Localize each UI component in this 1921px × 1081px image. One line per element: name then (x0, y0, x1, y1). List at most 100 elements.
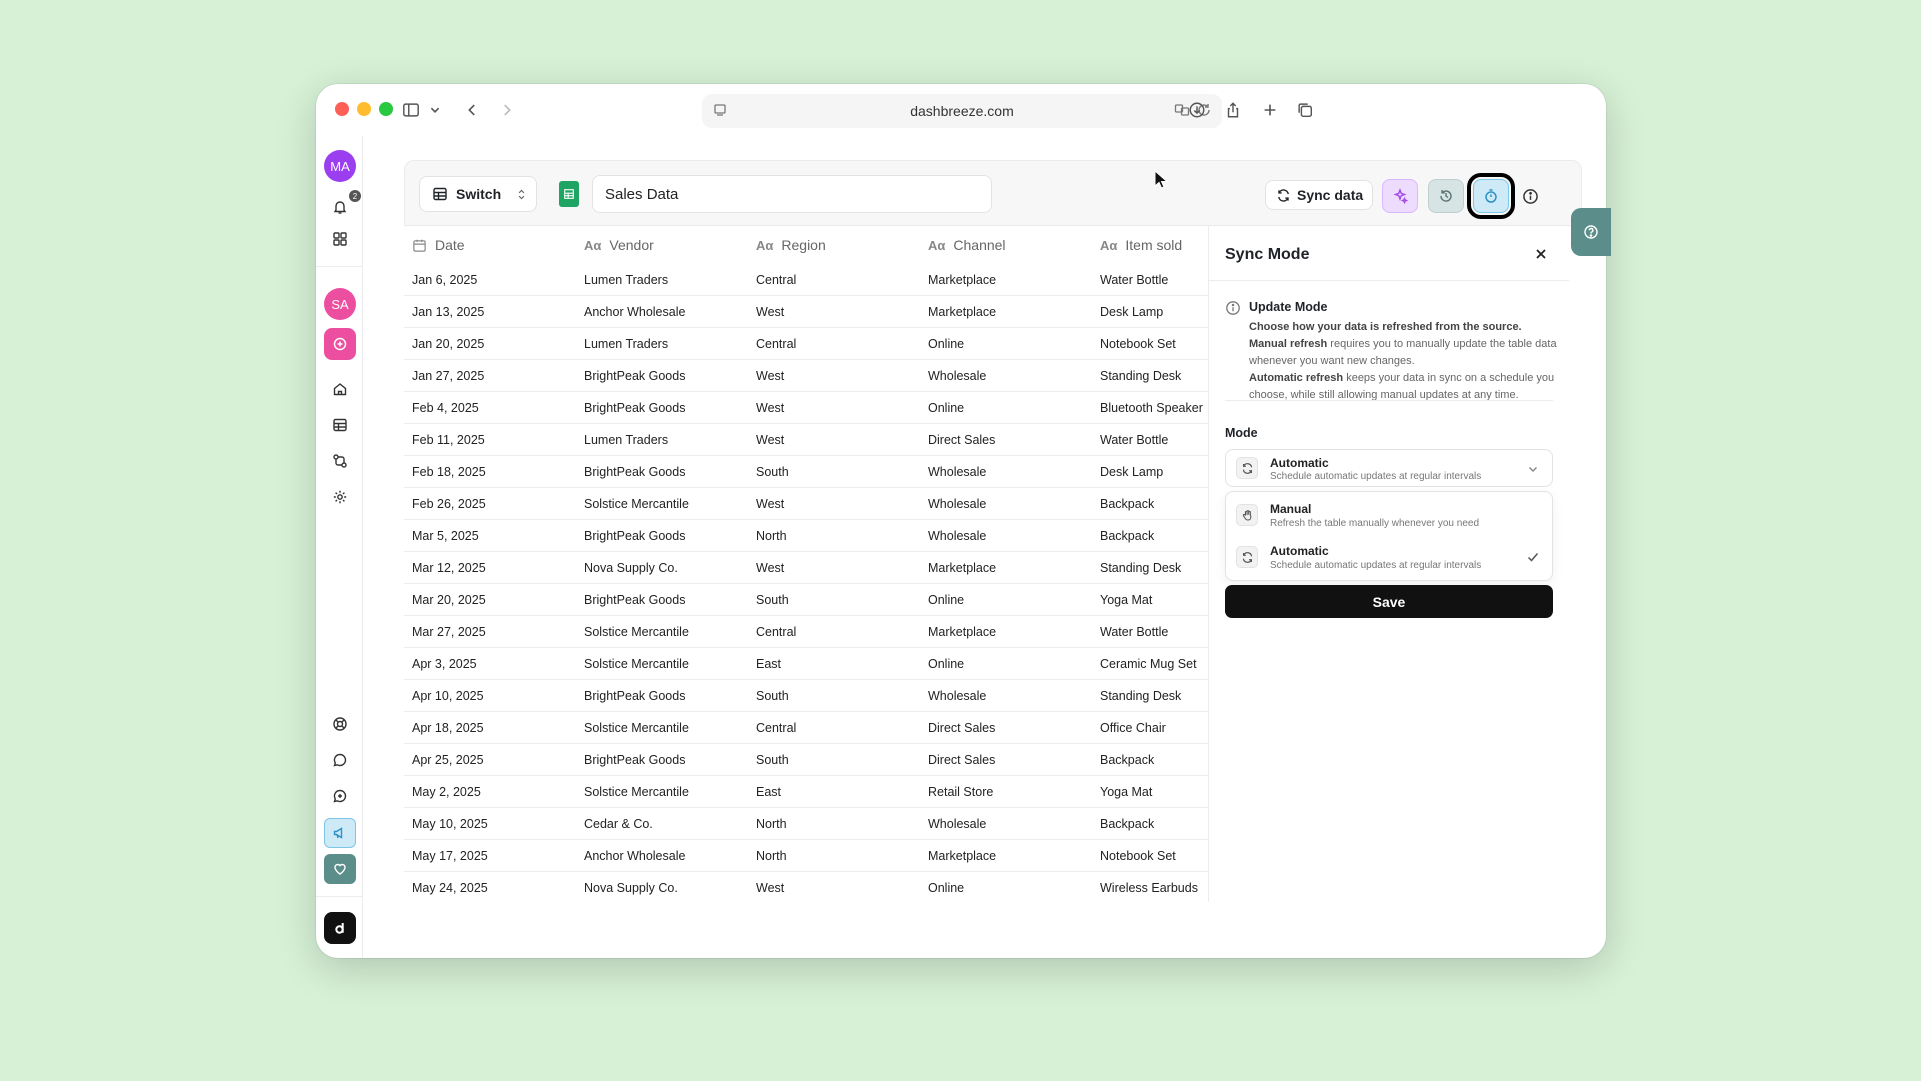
sheet-name-input[interactable] (592, 175, 992, 213)
column-header-region[interactable]: Aα Region (748, 226, 920, 264)
cell-channel[interactable]: Direct Sales (920, 744, 1092, 775)
table-row[interactable]: Mar 12, 2025 Nova Supply Co. West Marketpla… (404, 552, 1208, 584)
download-icon[interactable] (1184, 97, 1210, 123)
mode-select[interactable]: Automatic Schedule automatic updates at … (1225, 449, 1553, 487)
cell-vendor[interactable]: Nova Supply Co. (576, 872, 748, 902)
cell-channel[interactable]: Marketplace (920, 552, 1092, 583)
table-row[interactable]: Feb 11, 2025 Lumen Traders West Direct Sale… (404, 424, 1208, 456)
cell-channel[interactable]: Online (920, 872, 1092, 902)
cell-vendor[interactable]: BrightPeak Goods (576, 584, 748, 615)
cell-region[interactable]: Central (748, 328, 920, 359)
cell-region[interactable]: South (748, 584, 920, 615)
cell-channel[interactable]: Marketplace (920, 296, 1092, 327)
forward-arrow-icon[interactable] (494, 97, 520, 123)
cell-vendor[interactable]: BrightPeak Goods (576, 456, 748, 487)
cell-vendor[interactable]: Solstice Mercantile (576, 616, 748, 647)
table-row[interactable]: Jan 13, 2025 Anchor Wholesale West Marketpl… (404, 296, 1208, 328)
cell-region[interactable]: South (748, 456, 920, 487)
cell-item-sold[interactable]: Backpack (1092, 744, 1208, 775)
help-lifebuoy-icon[interactable] (327, 711, 353, 737)
table-row[interactable]: May 17, 2025 Anchor Wholesale North Marketp… (404, 840, 1208, 872)
cell-channel[interactable]: Wholesale (920, 360, 1092, 391)
cell-date[interactable]: Feb 4, 2025 (404, 392, 576, 423)
cell-vendor[interactable]: BrightPeak Goods (576, 392, 748, 423)
cell-channel[interactable]: Online (920, 584, 1092, 615)
mode-option-automatic[interactable]: Automatic Schedule automatic updates at … (1226, 538, 1552, 576)
cell-channel[interactable]: Wholesale (920, 808, 1092, 839)
cell-region[interactable]: South (748, 744, 920, 775)
cell-region[interactable]: West (748, 872, 920, 902)
cell-region[interactable]: North (748, 840, 920, 871)
cell-channel[interactable]: Marketplace (920, 840, 1092, 871)
sidebar-toggle-icon[interactable] (398, 97, 424, 123)
cell-item-sold[interactable]: Yoga Mat (1092, 584, 1208, 615)
cell-item-sold[interactable]: Wireless Earbuds (1092, 872, 1208, 902)
announcements-megaphone-icon[interactable] (324, 818, 356, 848)
cell-date[interactable]: Apr 3, 2025 (404, 648, 576, 679)
cell-vendor[interactable]: Lumen Traders (576, 264, 748, 295)
cell-region[interactable]: West (748, 360, 920, 391)
table-row[interactable]: Mar 5, 2025 BrightPeak Goods North Wholesal… (404, 520, 1208, 552)
cell-channel[interactable]: Wholesale (920, 488, 1092, 519)
table-icon[interactable] (327, 412, 353, 438)
cell-region[interactable]: East (748, 648, 920, 679)
cell-item-sold[interactable]: Water Bottle (1092, 616, 1208, 647)
new-tab-icon[interactable] (1257, 97, 1283, 123)
cell-date[interactable]: Apr 18, 2025 (404, 712, 576, 743)
cell-date[interactable]: Mar 27, 2025 (404, 616, 576, 647)
cell-vendor[interactable]: BrightPeak Goods (576, 360, 748, 391)
add-app-button[interactable] (324, 328, 356, 360)
help-question-icon[interactable] (1571, 208, 1611, 256)
table-row[interactable]: Apr 18, 2025 Solstice Mercantile Central Di… (404, 712, 1208, 744)
cell-item-sold[interactable]: Standing Desk (1092, 680, 1208, 711)
cell-region[interactable]: North (748, 520, 920, 551)
cell-item-sold[interactable]: Desk Lamp (1092, 296, 1208, 327)
cell-region[interactable]: West (748, 392, 920, 423)
mode-option-manual[interactable]: Manual Refresh the table manually whenev… (1226, 496, 1552, 534)
tab-overview-icon[interactable] (1292, 97, 1318, 123)
table-row[interactable]: Feb 4, 2025 BrightPeak Goods West Online Blu… (404, 392, 1208, 424)
cell-date[interactable]: Jan 27, 2025 (404, 360, 576, 391)
user-avatar[interactable]: SA (324, 288, 356, 320)
cell-date[interactable]: Apr 25, 2025 (404, 744, 576, 775)
cell-channel[interactable]: Online (920, 648, 1092, 679)
cell-date[interactable]: May 10, 2025 (404, 808, 576, 839)
cell-date[interactable]: Jan 20, 2025 (404, 328, 576, 359)
cell-vendor[interactable]: Cedar & Co. (576, 808, 748, 839)
table-row[interactable]: Feb 18, 2025 BrightPeak Goods South Wholesa… (404, 456, 1208, 488)
cell-date[interactable]: Feb 26, 2025 (404, 488, 576, 519)
workflow-icon[interactable] (327, 448, 353, 474)
cell-date[interactable]: Mar 20, 2025 (404, 584, 576, 615)
table-row[interactable]: Jan 20, 2025 Lumen Traders Central Online No… (404, 328, 1208, 360)
cell-channel[interactable]: Wholesale (920, 456, 1092, 487)
cell-item-sold[interactable]: Backpack (1092, 520, 1208, 551)
column-header-channel[interactable]: Aα Channel (920, 226, 1092, 264)
cell-vendor[interactable]: Solstice Mercantile (576, 776, 748, 807)
cell-item-sold[interactable]: Water Bottle (1092, 264, 1208, 295)
cell-region[interactable]: West (748, 488, 920, 519)
workspace-avatar[interactable]: MA (324, 150, 356, 182)
cell-date[interactable]: May 2, 2025 (404, 776, 576, 807)
cell-date[interactable]: May 24, 2025 (404, 872, 576, 902)
column-header-vendor[interactable]: Aα Vendor (576, 226, 748, 264)
maximize-window-button[interactable] (379, 102, 393, 116)
cell-region[interactable]: South (748, 680, 920, 711)
cell-item-sold[interactable]: Notebook Set (1092, 840, 1208, 871)
column-header-date[interactable]: Date (404, 226, 576, 264)
cell-channel[interactable]: Marketplace (920, 264, 1092, 295)
ai-sparkle-button[interactable] (1382, 179, 1418, 213)
cell-date[interactable]: Mar 5, 2025 (404, 520, 576, 551)
minimize-window-button[interactable] (357, 102, 371, 116)
cell-channel[interactable]: Direct Sales (920, 424, 1092, 455)
sync-mode-timer-button[interactable] (1467, 173, 1515, 219)
cell-region[interactable]: West (748, 424, 920, 455)
switch-button[interactable]: Switch (419, 176, 537, 212)
cell-channel[interactable]: Wholesale (920, 680, 1092, 711)
notifications-bell-icon[interactable]: 2 (327, 190, 361, 220)
cell-vendor[interactable]: Anchor Wholesale (576, 840, 748, 871)
back-arrow-icon[interactable] (459, 97, 485, 123)
cell-channel[interactable]: Online (920, 392, 1092, 423)
cell-region[interactable]: East (748, 776, 920, 807)
cell-region[interactable]: North (748, 808, 920, 839)
home-icon[interactable] (327, 376, 353, 402)
